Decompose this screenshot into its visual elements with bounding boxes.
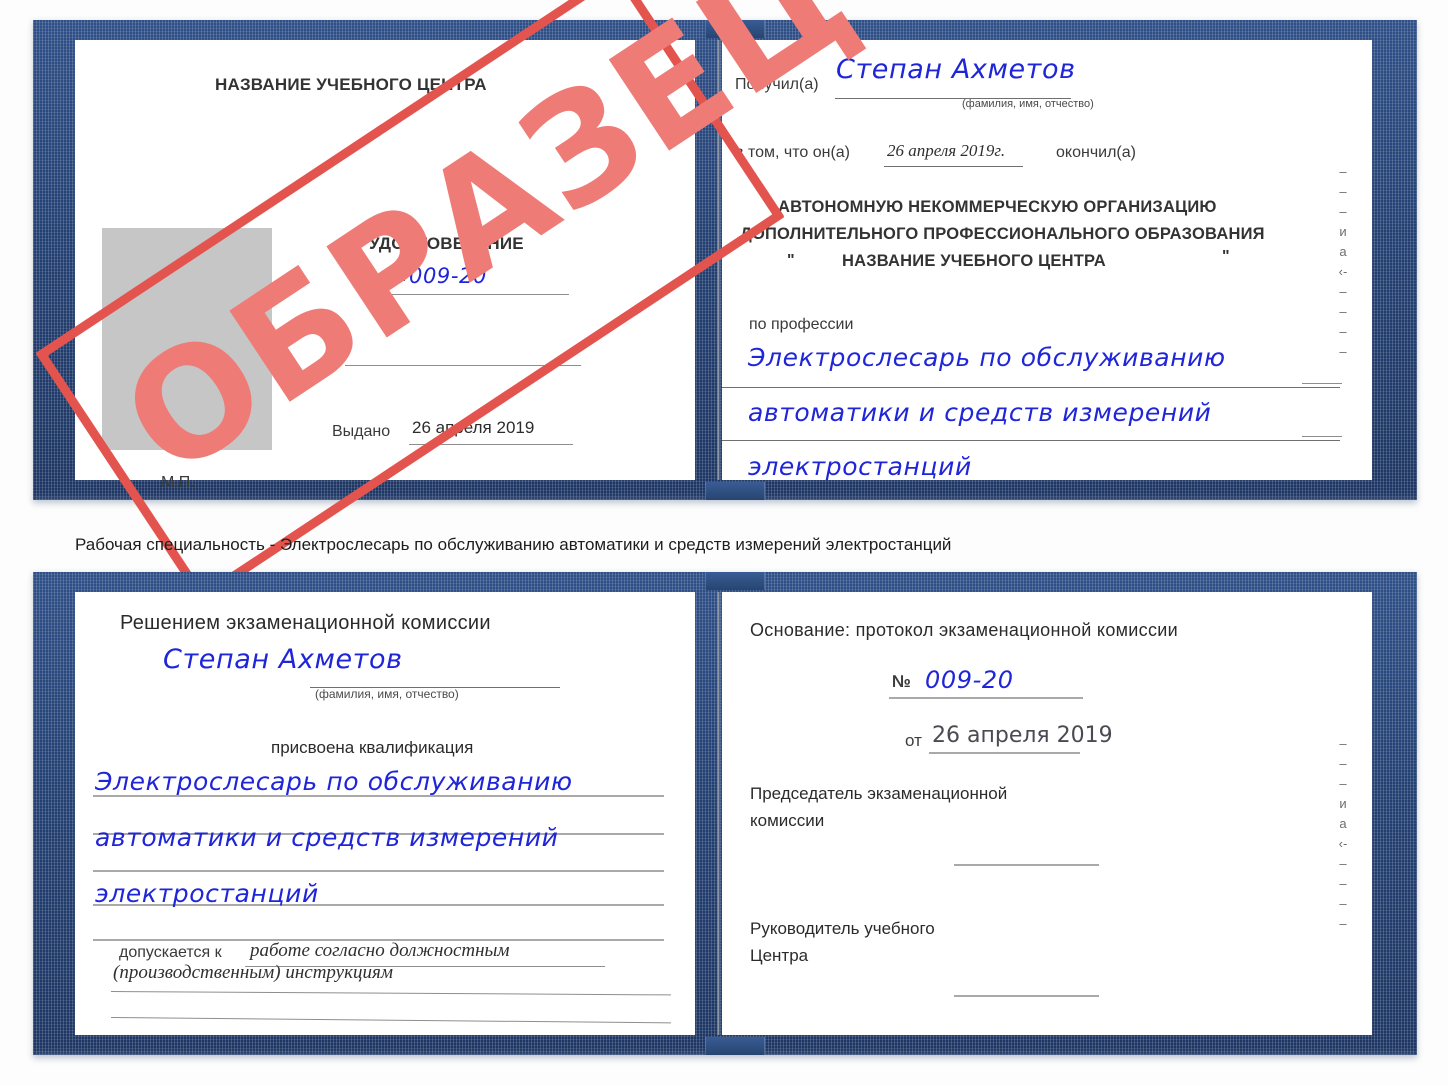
top-right-profession-rule2 (722, 440, 1340, 441)
top-right-org-line1: АВТОНОМНУЮ НЕКОММЕРЧЕСКУЮ ОРГАНИЗАЦИЮ (778, 198, 1217, 216)
certificate-bottom-left-page: Решением экзаменационной комиссии Степан… (75, 592, 695, 1035)
certificate-bottom-spine-notch (705, 572, 765, 590)
certificate-top-right-page: Получил(а) Степан Ахметов (фамилия, имя,… (722, 40, 1372, 481)
bottom-right-chairman-line2: комиссии (750, 811, 825, 830)
certificate-bottom-spine (717, 592, 720, 1035)
bottom-left-qualification-line2: автоматики и средств измерений (95, 823, 559, 852)
top-left-issued-rule (409, 444, 573, 445)
top-left-seal-label: М.П. (161, 474, 195, 491)
bottom-left-qualification-label: присвоена квалификация (271, 738, 474, 757)
bottom-left-qual-rule1 (93, 795, 664, 797)
certificate-bottom-spine-notch-bottom (705, 1037, 765, 1055)
certificate-top-left-page: НАЗВАНИЕ УЧЕБНОГО ЦЕНТРА УДОСТОВЕРЕНИЕ №… (75, 40, 695, 491)
bottom-left-allowed-rule2 (110, 991, 671, 996)
top-left-doc-title: УДОСТОВЕРЕНИЕ (369, 234, 524, 253)
top-right-edge-rule1 (1302, 383, 1342, 384)
bottom-right-head-line2: Центра (750, 946, 809, 965)
certificate-top-spine-notch (705, 20, 765, 38)
top-right-profession-line2: автоматики и средств измерений (748, 398, 1212, 427)
bottom-right-date-label: от (905, 731, 922, 750)
bottom-left-allowed-line2: (производственным) инструкциям (113, 962, 393, 983)
bottom-left-qual-rule3 (93, 870, 664, 872)
top-right-org-quote-close: " (1222, 248, 1230, 265)
top-left-number-label: № (388, 268, 406, 285)
top-left-number-rule (388, 294, 569, 295)
top-right-profession-label: по профессии (749, 316, 854, 333)
bottom-right-number-value: 009-20 (925, 666, 1014, 694)
document-page: НАЗВАНИЕ УЧЕБНОГО ЦЕНТРА УДОСТОВЕРЕНИЕ №… (0, 0, 1448, 1085)
top-right-org-line2: ДОПОЛНИТЕЛЬНОГО ПРОФЕССИОНАЛЬНОГО ОБРАЗО… (740, 225, 1265, 243)
bottom-right-chairman-signature-rule (954, 864, 1099, 866)
top-right-that-he-label: в том, что он(а) (735, 144, 850, 161)
bottom-right-chairman-line1: Председатель экзаменационной (750, 784, 1008, 803)
top-right-org-line3: НАЗВАНИЕ УЧЕБНОГО ЦЕНТРА (842, 252, 1106, 270)
certificate-top-spine-notch-bottom (705, 482, 765, 500)
bottom-right-date-rule (929, 752, 1080, 754)
top-right-profession-line3: электростанций (748, 452, 972, 481)
top-right-finish-date-rule (884, 166, 1023, 167)
bottom-left-name-value: Степан Ахметов (163, 644, 403, 675)
top-left-issued-label: Выдано (332, 423, 391, 440)
top-right-profession-rule1 (722, 387, 1340, 388)
top-right-edge-rule2 (1302, 436, 1342, 437)
certificate-top-spine (717, 40, 720, 480)
top-right-profession-line1: Электрослесарь по обслуживанию (748, 343, 1226, 372)
top-right-edge-column: – – – и а ‹- – – – – (1338, 164, 1348, 359)
bottom-right-number-rule (889, 697, 1083, 699)
top-right-received-value: Степан Ахметов (836, 54, 1076, 85)
top-right-name-hint: (фамилия, имя, отчество) (962, 98, 1094, 110)
bottom-left-heading: Решением экзаменационной комиссии (120, 612, 491, 634)
bottom-right-edge-column: – – – и а ‹- – – – – (1338, 736, 1348, 931)
top-left-blank-rule (345, 365, 581, 366)
top-right-org-quote-open: " (787, 252, 795, 269)
bottom-left-allowed-rule3 (110, 1017, 671, 1024)
bottom-right-head-line1: Руководитель учебного (750, 919, 935, 938)
bottom-left-qualification-line1: Электрослесарь по обслуживанию (95, 767, 573, 796)
bottom-right-head-signature-rule (954, 995, 1099, 997)
caption-text: Рабочая специальность - Электрослесарь п… (75, 535, 952, 554)
bottom-left-qualification-line3: электростанций (95, 879, 319, 908)
bottom-right-basis-label: Основание: протокол экзаменационной коми… (750, 620, 1178, 640)
certificate-bottom-right-page: Основание: протокол экзаменационной коми… (722, 592, 1372, 1035)
bottom-right-date-value: 26 апреля 2019 (932, 723, 1113, 748)
photo-placeholder (102, 228, 272, 450)
bottom-left-name-hint: (фамилия, имя, отчество) (315, 687, 459, 701)
top-right-received-label: Получил(а) (735, 76, 819, 93)
top-right-finished-label: окончил(а) (1056, 144, 1136, 161)
bottom-left-allowed-line1: работе согласно должностным (250, 940, 510, 961)
top-left-issued-value: 26 апреля 2019 (412, 418, 535, 437)
bottom-left-allowed-label: допускается к (119, 944, 222, 961)
top-right-finish-date: 26 апреля 2019г. (887, 141, 1006, 160)
top-left-number-value: 009-20 (409, 264, 487, 288)
bottom-right-number-label: № (892, 672, 911, 691)
top-left-org-title: НАЗВАНИЕ УЧЕБНОГО ЦЕНТРА (215, 75, 487, 94)
